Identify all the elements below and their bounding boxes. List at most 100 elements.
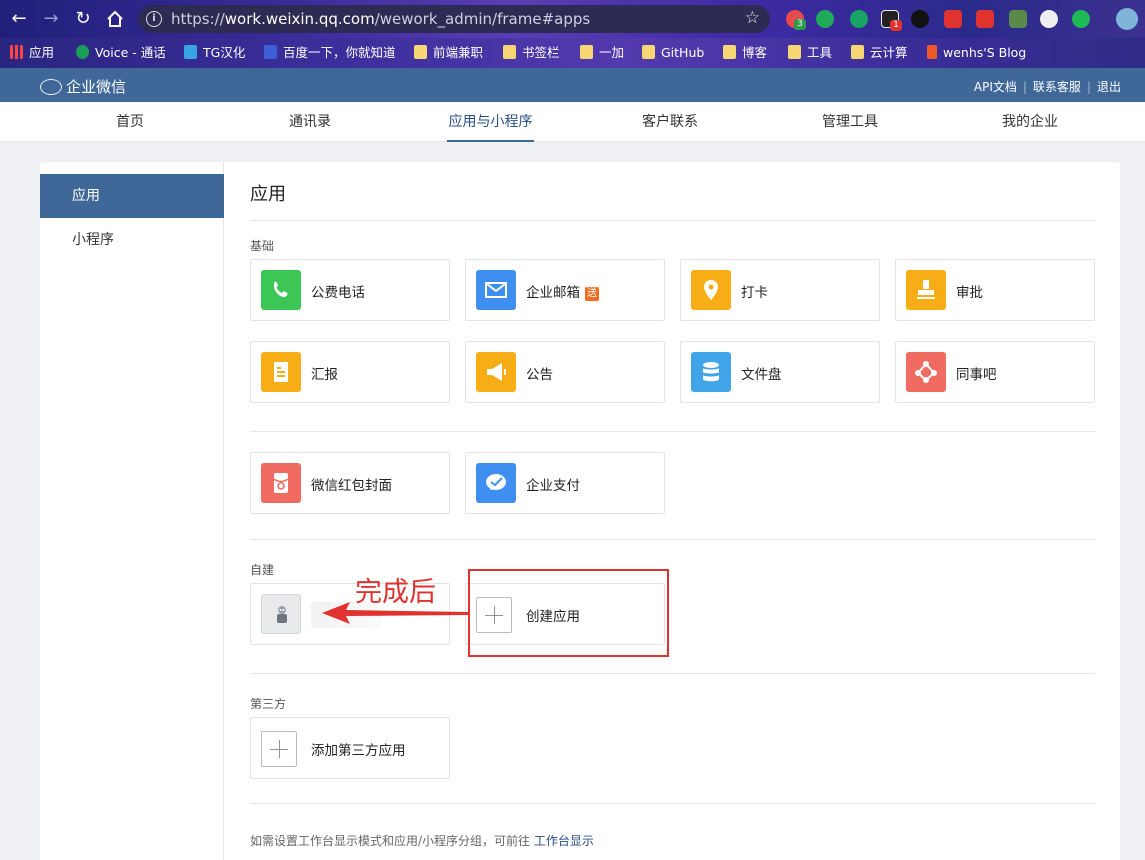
forward-arrow-icon[interactable]: → — [40, 8, 62, 30]
red-envelope-icon — [261, 463, 301, 503]
app-name: 企业支付 — [526, 478, 580, 494]
bookmark-baidu[interactable]: 百度一下，你就知道 — [264, 44, 396, 62]
app-card-phone[interactable]: 公费电话 — [250, 259, 450, 321]
app-name: 企业邮箱送 — [526, 285, 599, 301]
workbench-display-link[interactable]: 工作台显示 — [534, 834, 594, 848]
tab-home[interactable]: 首页 — [100, 102, 160, 142]
voice-icon — [76, 45, 89, 59]
stamp-icon — [906, 270, 946, 310]
extension-map-pin-icon[interactable] — [816, 10, 834, 28]
app-name: 审批 — [956, 285, 983, 301]
bookmark-voice[interactable]: Voice - 通话 — [76, 44, 166, 62]
extension-tomato-icon[interactable]: 3 — [786, 10, 806, 30]
profile-avatar[interactable] — [1116, 8, 1138, 30]
bookmark-tg[interactable]: TG汉化 — [184, 44, 245, 62]
sidebar-item-apps[interactable]: 应用 — [40, 174, 224, 218]
telegram-icon — [184, 45, 197, 59]
reload-icon[interactable]: ↻ — [72, 8, 94, 30]
app-name: 公告 — [526, 367, 553, 383]
app-card-report[interactable]: 汇报 — [250, 341, 450, 403]
url-text: https://work.weixin.qq.com/wework_admin/… — [171, 10, 591, 28]
app-name: 汇报 — [311, 367, 338, 383]
app-name: 公费电话 — [311, 285, 365, 301]
sidebar-item-mini-programs[interactable]: 小程序 — [40, 218, 224, 262]
app-card-checkin[interactable]: 打卡 — [680, 259, 880, 321]
tab-apps[interactable]: 应用与小程序 — [447, 102, 534, 142]
folder-icon — [503, 45, 516, 59]
top-navigation: 首页 通讯录 应用与小程序 客户联系 管理工具 我的企业 — [0, 102, 1145, 142]
megaphone-icon — [476, 352, 516, 392]
extension-cookie-icon[interactable]: 1 — [881, 10, 902, 31]
extension-c-icon[interactable] — [1072, 10, 1090, 28]
bookmark-folder-oneplus[interactable]: 一加 — [580, 44, 624, 62]
app-card-approval[interactable]: 审批 — [895, 259, 1095, 321]
bookmark-wenhs-blog[interactable]: wenhs'S Blog — [927, 44, 1026, 62]
wework-logo-icon — [40, 79, 62, 95]
bookmark-folder-github[interactable]: GitHub — [642, 44, 704, 62]
app-name: 打卡 — [741, 285, 768, 301]
app-card-enterprise-pay[interactable]: 企业支付 — [465, 452, 665, 514]
section-label-third-party: 第三方 — [250, 697, 287, 711]
info-icon[interactable]: i — [146, 11, 162, 27]
plus-icon — [261, 731, 297, 767]
annotation-arrow-icon — [322, 602, 468, 624]
bookmarks-bar: 应用 Voice - 通话 TG汉化 百度一下，你就知道 前端兼职 书签栏 一加… — [0, 38, 1145, 68]
address-bar[interactable]: i https://work.weixin.qq.com/wework_admi… — [138, 5, 770, 33]
app-header: 企业微信 API文档 | 联系客服 | 退出 — [0, 68, 1145, 102]
workbench-display-note: 如需设置工作台显示模式和应用/小程序分组，可前往 工作台显示 — [250, 834, 594, 848]
blog-icon — [927, 45, 937, 59]
extension-key-icon[interactable] — [911, 10, 929, 28]
contact-support-link[interactable]: 联系客服 — [1033, 80, 1081, 94]
location-pin-icon — [691, 270, 731, 310]
sidebar: 应用 小程序 — [40, 162, 224, 860]
add-third-party-app-button[interactable]: 添加第三方应用 — [250, 717, 450, 779]
divider — [250, 539, 1095, 540]
extension-bulb-icon[interactable] — [1009, 10, 1027, 28]
phone-icon — [261, 270, 301, 310]
app-card-announcement[interactable]: 公告 — [465, 341, 665, 403]
home-icon[interactable] — [104, 8, 126, 30]
tab-customer-contact[interactable]: 客户联系 — [633, 102, 707, 142]
api-docs-link[interactable]: API文档 — [974, 80, 1017, 94]
folder-icon — [580, 45, 593, 59]
extension-gauge-icon[interactable] — [1040, 10, 1058, 28]
apps-grid-icon — [10, 45, 23, 59]
header-links: API文档 | 联系客服 | 退出 — [973, 80, 1121, 94]
app-logo[interactable]: 企业微信 — [40, 76, 126, 97]
bookmark-star-icon[interactable]: ☆ — [745, 8, 760, 28]
folder-icon — [642, 45, 655, 59]
bookmark-apps[interactable]: 应用 — [10, 44, 54, 62]
bookmark-folder-tools[interactable]: 工具 — [788, 44, 832, 62]
bookmark-folder-blog[interactable]: 博客 — [723, 44, 767, 62]
extension-badge: 3 — [794, 19, 806, 30]
tab-my-company[interactable]: 我的企业 — [993, 102, 1067, 142]
extension-video-icon[interactable] — [944, 10, 962, 28]
back-arrow-icon[interactable]: ← — [8, 8, 30, 30]
robot-avatar-icon — [261, 594, 301, 634]
browser-toolbar: ← → ↻ i https://work.weixin.qq.com/wewor… — [0, 0, 1145, 38]
network-icon — [906, 352, 946, 392]
folder-icon — [414, 45, 427, 59]
app-card-mail[interactable]: 企业邮箱送 — [465, 259, 665, 321]
baidu-icon — [264, 45, 277, 59]
tab-management-tools[interactable]: 管理工具 — [813, 102, 887, 142]
tab-contacts[interactable]: 通讯录 — [280, 102, 340, 142]
divider — [250, 220, 1095, 221]
bookmark-folder-frontend[interactable]: 前端兼职 — [414, 44, 483, 62]
wechat-pay-icon — [476, 463, 516, 503]
folder-icon — [723, 45, 736, 59]
app-card-colleague-forum[interactable]: 同事吧 — [895, 341, 1095, 403]
bookmark-folder-bar[interactable]: 书签栏 — [503, 44, 560, 62]
divider — [250, 673, 1095, 674]
mail-icon — [476, 270, 516, 310]
logout-link[interactable]: 退出 — [1097, 80, 1121, 94]
app-name: 微信红包封面 — [311, 478, 392, 494]
main-panel: 应用 小程序 应用 基础 公费电话 企业邮箱送 打卡 审批 汇报 公告 文件盘 … — [40, 162, 1120, 860]
extension-notes-icon[interactable] — [976, 10, 994, 28]
gift-badge: 送 — [585, 287, 599, 301]
app-card-red-envelope[interactable]: 微信红包封面 — [250, 452, 450, 514]
extension-green-icon[interactable] — [850, 10, 868, 28]
report-icon — [261, 352, 301, 392]
app-card-file-drive[interactable]: 文件盘 — [680, 341, 880, 403]
bookmark-folder-cloud[interactable]: 云计算 — [851, 44, 908, 62]
